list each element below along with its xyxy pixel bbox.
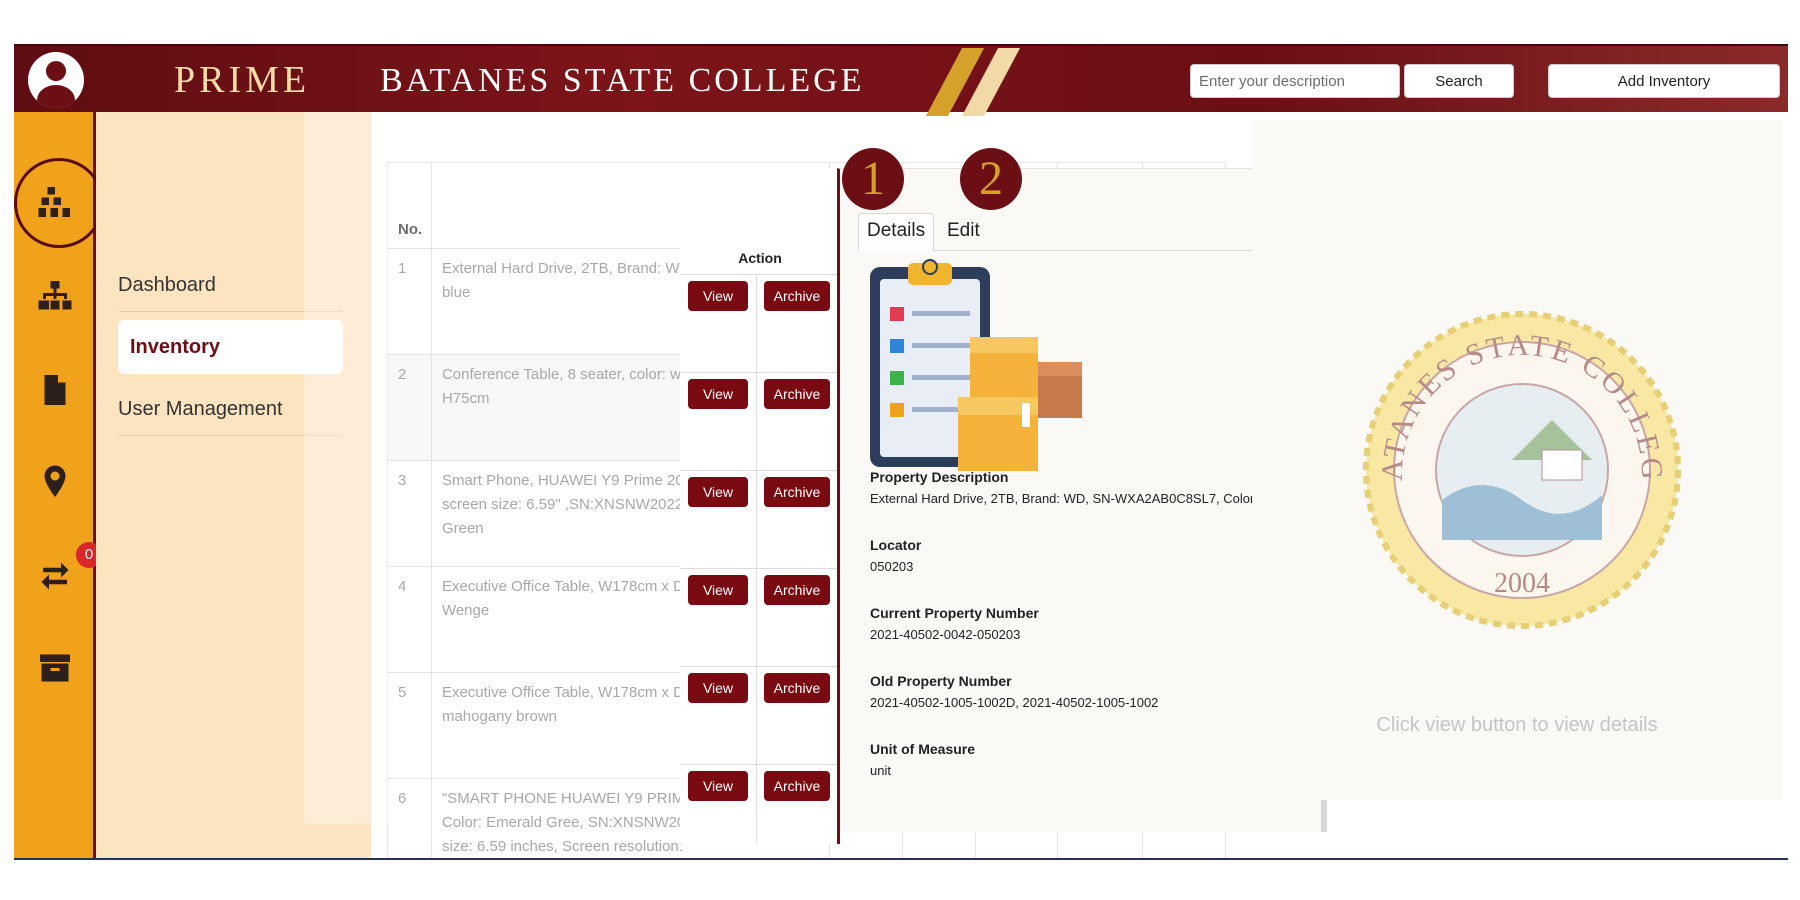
archive-button[interactable]: Archive [764, 281, 830, 311]
tab-details[interactable]: Details [858, 213, 935, 251]
translucent-overlay [304, 112, 388, 824]
detail-locator: Locator 050203 [870, 537, 922, 574]
archive-button[interactable]: Archive [764, 477, 830, 507]
view-button[interactable]: View [688, 379, 748, 409]
header-bar: PRIME BATANES STATE COLLEGE Search Add I… [14, 44, 1788, 116]
row-number: 1 [387, 248, 432, 355]
preview-panel: BATANES STATE COLLEGE 2004 Click view bu… [1252, 120, 1782, 800]
action-row: View Archive [680, 764, 837, 844]
clipboard-boxes-illustration [870, 259, 1082, 471]
view-button[interactable]: View [688, 281, 748, 311]
college-seal-logo: BATANES STATE COLLEGE 2004 [1362, 310, 1681, 629]
tab-edit[interactable]: Edit [938, 213, 989, 251]
archive-button[interactable]: Archive [764, 771, 830, 801]
row-number: 6 [387, 778, 432, 858]
icon-rail [14, 112, 104, 858]
action-row: View Archive [680, 274, 837, 373]
boxes-icon[interactable] [35, 182, 75, 222]
prime-logo: PRIME [174, 59, 311, 101]
archive-box-icon[interactable] [35, 648, 75, 688]
preview-hint-text: Click view button to view details [1376, 714, 1658, 736]
archive-button[interactable]: Archive [764, 575, 830, 605]
location-pin-icon[interactable] [35, 462, 75, 502]
detail-current-property-number: Current Property Number 2021-40502-0042-… [870, 605, 1039, 642]
step-marker-1: 1 [842, 148, 904, 210]
search-button[interactable]: Search [1404, 64, 1514, 98]
action-column-header: Action [738, 250, 782, 266]
action-row: View Archive [680, 372, 837, 471]
document-icon[interactable] [35, 370, 75, 410]
action-row: View Archive [680, 666, 837, 765]
detail-unit-of-measure: Unit of Measure unit [870, 741, 976, 778]
row-number: 2 [387, 354, 432, 461]
row-number: 4 [387, 566, 432, 673]
add-inventory-button[interactable]: Add Inventory [1548, 64, 1780, 98]
user-avatar-icon[interactable] [28, 52, 84, 108]
detail-property-description: Property Description External Hard Drive… [870, 469, 1287, 506]
action-row: View Archive [680, 470, 837, 569]
action-column: Action View Archive View Archive View Ar… [680, 168, 840, 844]
column-header-no: No. [387, 162, 432, 249]
row-number: 5 [387, 672, 432, 779]
archive-button[interactable]: Archive [764, 379, 830, 409]
view-button[interactable]: View [688, 477, 748, 507]
seal-year: 2004 [1494, 568, 1550, 599]
detail-old-property-number: Old Property Number 2021-40502-1005-1002… [870, 673, 1159, 710]
search-input[interactable] [1190, 64, 1400, 98]
view-button[interactable]: View [688, 771, 748, 801]
view-button[interactable]: View [688, 673, 748, 703]
app-window: PRIME BATANES STATE COLLEGE Search Add I… [14, 44, 1788, 860]
archive-button[interactable]: Archive [764, 673, 830, 703]
sitemap-icon[interactable] [35, 276, 75, 316]
row-number: 3 [387, 460, 432, 567]
college-name-title: BATANES STATE COLLEGE [380, 62, 865, 99]
view-button[interactable]: View [688, 575, 748, 605]
transfer-arrows-icon[interactable] [35, 556, 75, 596]
action-row: View Archive [680, 568, 837, 667]
step-marker-2: 2 [960, 148, 1022, 210]
